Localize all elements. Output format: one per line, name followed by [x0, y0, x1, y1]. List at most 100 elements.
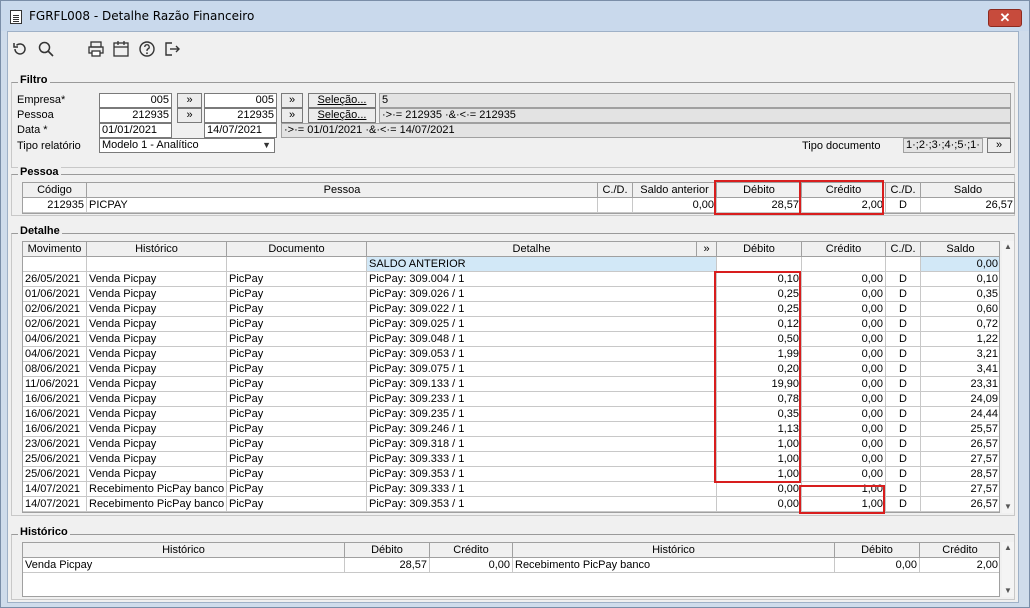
historico-header-credito2[interactable]: Crédito	[920, 543, 999, 558]
table-row[interactable]: 25/06/2021 Venda Picpay PicPay PicPay: 309.…	[23, 467, 999, 482]
detalhe-header-documento[interactable]: Documento	[227, 242, 367, 257]
pessoa-header-saldo-anterior[interactable]: Saldo anterior	[633, 183, 717, 198]
empresa-from-input[interactable]: 005	[99, 93, 172, 108]
movimento-cell: 04/06/2021	[23, 332, 87, 347]
table-row[interactable]: 25/06/2021 Venda Picpay PicPay PicPay: 309.…	[23, 452, 999, 467]
detalhe-title: Detalhe	[18, 225, 62, 237]
debito-cell: 1,00	[717, 437, 802, 452]
tipo-documento-button[interactable]: »	[987, 138, 1011, 153]
data-from-input[interactable]: 01/01/2021	[99, 123, 172, 138]
cd-cell: D	[886, 482, 921, 497]
table-row[interactable]: 08/06/2021 Venda Picpay PicPay PicPay: 309.…	[23, 362, 999, 377]
document-icon	[10, 10, 22, 24]
pessoa-header-cd[interactable]: C./D.	[598, 183, 633, 198]
detalhe-header-movimento[interactable]: Movimento	[23, 242, 87, 257]
pessoa-from-input[interactable]: 212935	[99, 108, 172, 123]
pessoa-label: Pessoa	[17, 109, 54, 121]
table-row[interactable]: 16/06/2021 Venda Picpay PicPay PicPay: 309.…	[23, 422, 999, 437]
detalhe-header-detalhe[interactable]: Detalhe	[367, 242, 697, 257]
data-to-input[interactable]: 14/07/2021	[204, 123, 277, 138]
historico-cell: Recebimento PicPay banco	[87, 482, 227, 497]
detalhe-header-saldo[interactable]: Saldo	[921, 242, 999, 257]
empresa-range-button[interactable]: »	[177, 93, 202, 108]
detalhe-header-cd[interactable]: C./D.	[886, 242, 921, 257]
table-row[interactable]: 04/06/2021 Venda Picpay PicPay PicPay: 309.…	[23, 332, 999, 347]
pessoa-header-codigo[interactable]: Código	[23, 183, 87, 198]
table-row[interactable]: 14/07/2021 Recebimento PicPay banco PicPay…	[23, 482, 999, 497]
debito-cell: 0,00	[717, 497, 802, 512]
table-row[interactable]: 16/06/2021 Venda Picpay PicPay PicPay: 309.…	[23, 392, 999, 407]
pessoa-selecao-button[interactable]: Seleção...	[308, 108, 376, 123]
close-button[interactable]: ✕	[988, 9, 1022, 27]
data-label: Data *	[17, 124, 48, 136]
detalhe-scrollbar[interactable]: ▲ ▼	[1002, 241, 1014, 513]
historico-header-debito2[interactable]: Débito	[835, 543, 920, 558]
table-row[interactable]: 02/06/2021 Venda Picpay PicPay PicPay: 309.…	[23, 317, 999, 332]
scroll-up-icon[interactable]: ▲	[1002, 241, 1014, 253]
debito-cell: 0,10	[717, 272, 802, 287]
tipo-relatorio-select[interactable]: Modelo 1 - Analítico ▼	[99, 138, 275, 153]
print-icon[interactable]	[87, 40, 105, 58]
scroll-up-icon[interactable]: ▲	[1002, 542, 1014, 554]
pessoa-header-saldo[interactable]: Saldo	[921, 183, 1014, 198]
search-icon[interactable]	[37, 40, 55, 58]
historico-header-credito[interactable]: Crédito	[430, 543, 513, 558]
window-title: FGRFL008 - Detalhe Razão Financeiro	[29, 9, 255, 23]
table-row[interactable]: 04/06/2021 Venda Picpay PicPay PicPay: 309.…	[23, 347, 999, 362]
pessoa-header-credito[interactable]: Crédito	[802, 183, 886, 198]
pessoa-more-button[interactable]: »	[281, 108, 303, 123]
historico-scrollbar[interactable]: ▲ ▼	[1002, 542, 1014, 597]
detalhe-header-expand[interactable]: »	[697, 242, 717, 257]
debito-cell: 0,50	[717, 332, 802, 347]
detalhe-header-historico[interactable]: Histórico	[87, 242, 227, 257]
detalhe-cell: PicPay: 309.235 / 1	[367, 407, 717, 422]
debito-cell: 0,20	[717, 362, 802, 377]
documento-cell: PicPay	[227, 317, 367, 332]
credito-cell	[802, 257, 886, 272]
historico-header-debito[interactable]: Débito	[345, 543, 430, 558]
pessoa-header-pessoa[interactable]: Pessoa	[87, 183, 598, 198]
table-row[interactable]: 02/06/2021 Venda Picpay PicPay PicPay: 309.…	[23, 302, 999, 317]
historico-header-historico2[interactable]: Histórico	[513, 543, 835, 558]
saldo-cell: 0,72	[921, 317, 999, 332]
debito-cell: 1,00	[717, 452, 802, 467]
table-row[interactable]: 14/07/2021 Recebimento PicPay banco PicPay…	[23, 497, 999, 512]
scroll-down-icon[interactable]: ▼	[1002, 585, 1014, 597]
pessoa-header-debito[interactable]: Débito	[717, 183, 802, 198]
table-row[interactable]: 11/06/2021 Venda Picpay PicPay PicPay: 309.…	[23, 377, 999, 392]
empresa-to-input[interactable]: 005	[204, 93, 277, 108]
historico-cell: Venda Picpay	[87, 347, 227, 362]
documento-cell: PicPay	[227, 377, 367, 392]
cd-cell: D	[886, 347, 921, 362]
help-icon[interactable]	[138, 40, 156, 58]
detalhe-cell: PicPay: 309.353 / 1	[367, 467, 717, 482]
saldo-cell: 0,10	[921, 272, 999, 287]
refresh-icon[interactable]	[11, 40, 29, 58]
table-row[interactable]: 212935 PICPAY 0,00 28,57 2,00 D 26,57	[23, 198, 1014, 213]
pessoa-to-input[interactable]: 212935	[204, 108, 277, 123]
pessoa-range-button[interactable]: »	[177, 108, 202, 123]
historico-cell: Venda Picpay	[87, 317, 227, 332]
scroll-down-icon[interactable]: ▼	[1002, 501, 1014, 513]
historico-header-historico[interactable]: Histórico	[23, 543, 345, 558]
cd-cell: D	[886, 392, 921, 407]
empresa-more-button[interactable]: »	[281, 93, 303, 108]
exit-icon[interactable]	[163, 40, 181, 58]
table-row[interactable]: 01/06/2021 Venda Picpay PicPay PicPay: 309.…	[23, 287, 999, 302]
movimento-cell: 16/06/2021	[23, 407, 87, 422]
detalhe-cell: PicPay: 309.053 / 1	[367, 347, 717, 362]
empresa-selecao-button[interactable]: Seleção...	[308, 93, 376, 108]
detalhe-cell: PicPay: 309.026 / 1	[367, 287, 717, 302]
calendar-icon[interactable]	[112, 40, 130, 58]
detalhe-header-debito[interactable]: Débito	[717, 242, 802, 257]
pessoa-result-field: ·>·= 212935 ·&·<·= 212935	[379, 108, 1011, 123]
pessoa-header-cd2[interactable]: C./D.	[886, 183, 921, 198]
table-row[interactable]: SALDO ANTERIOR 0,00	[23, 257, 999, 272]
detalhe-header-credito[interactable]: Crédito	[802, 242, 886, 257]
table-row[interactable]: 26/05/2021 Venda Picpay PicPay PicPay: 309.…	[23, 272, 999, 287]
table-row[interactable]: Venda Picpay 28,57 0,00 Recebimento PicP…	[23, 558, 999, 573]
table-row[interactable]: 23/06/2021 Venda Picpay PicPay PicPay: 309.…	[23, 437, 999, 452]
movimento-cell: 14/07/2021	[23, 482, 87, 497]
movimento-cell: 25/06/2021	[23, 467, 87, 482]
table-row[interactable]: 16/06/2021 Venda Picpay PicPay PicPay: 309.…	[23, 407, 999, 422]
